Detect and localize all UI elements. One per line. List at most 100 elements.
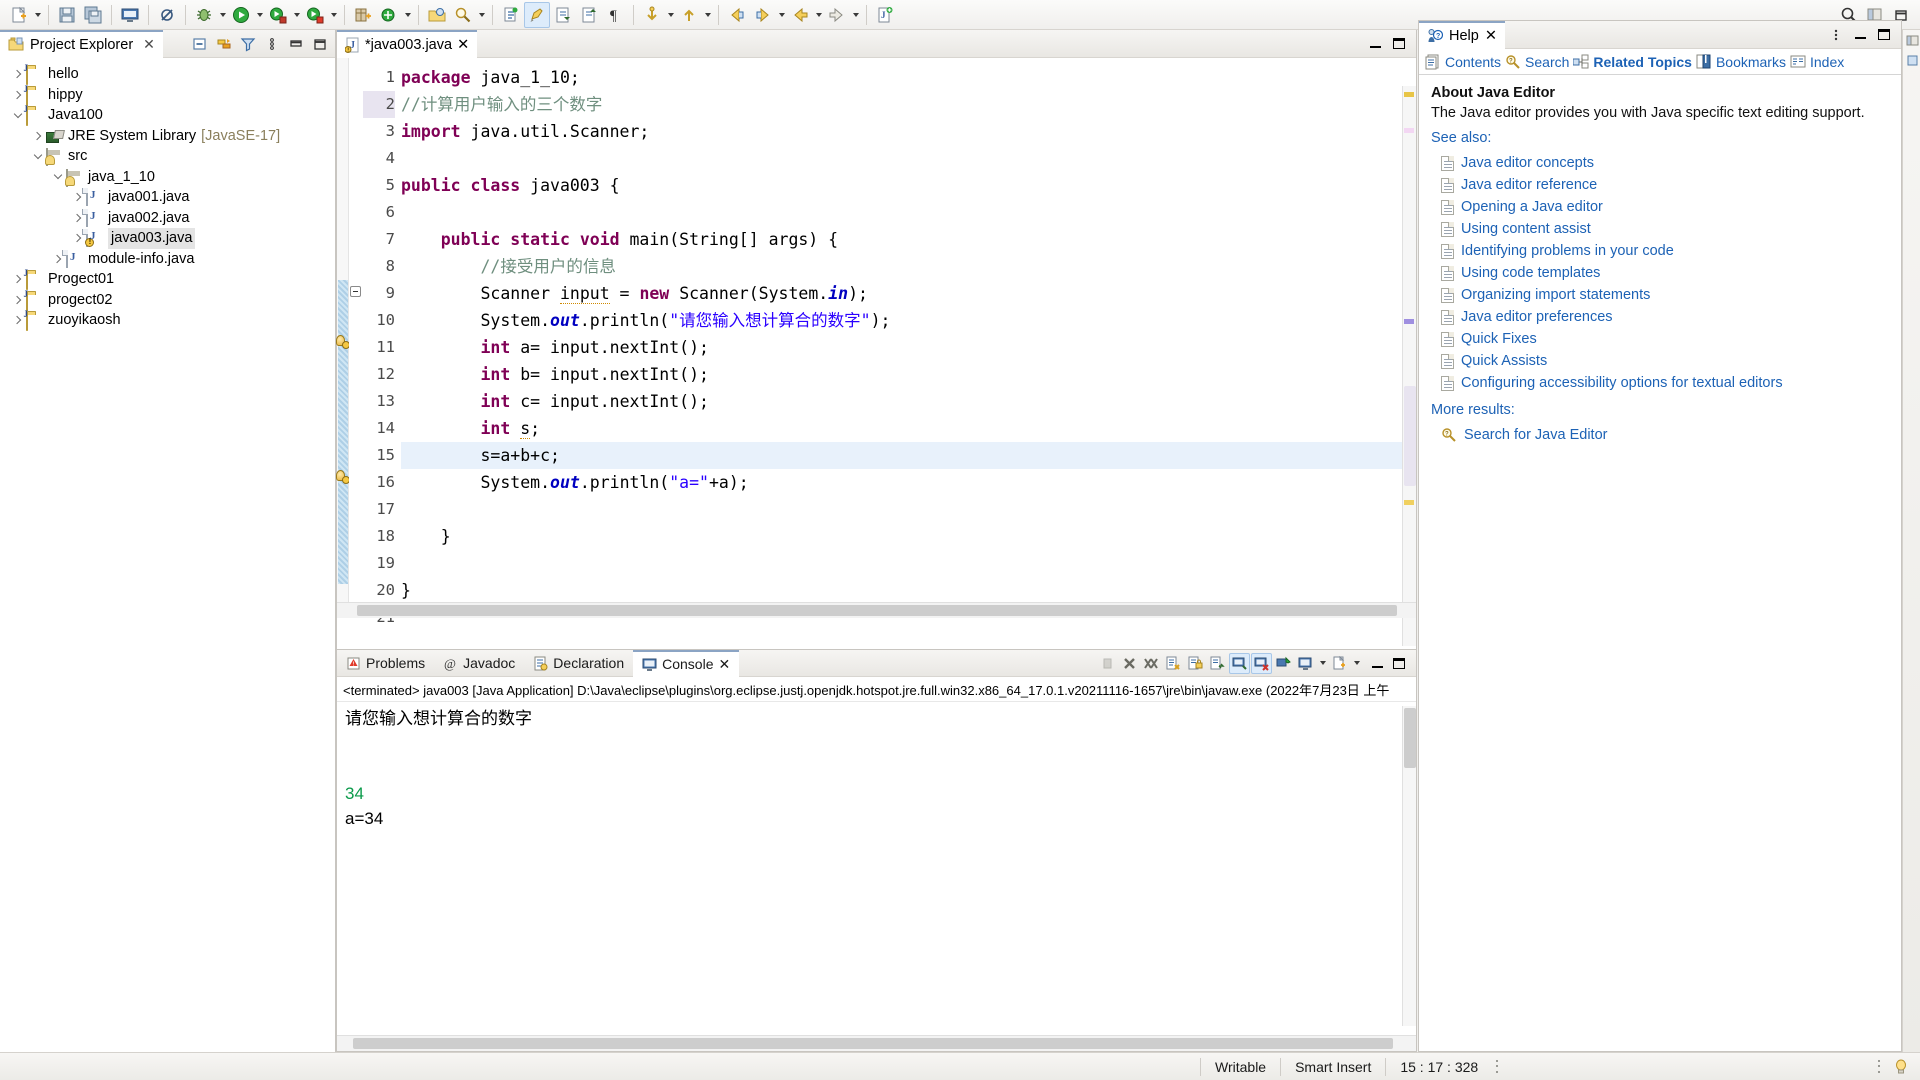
console-horizontal-scrollbar[interactable] <box>337 1035 1416 1051</box>
chevron-down-icon[interactable] <box>328 2 339 28</box>
toggle-mark-occurrences-button[interactable] <box>524 1 550 28</box>
next-annotation-button[interactable] <box>550 2 576 28</box>
help-nav-search[interactable]: ? Search <box>1505 54 1569 70</box>
help-topic-label[interactable]: Java editor reference <box>1461 177 1597 193</box>
source-code-text[interactable]: package java_1_10; //计算用户输入的三个数字 import ja… <box>401 58 1416 618</box>
help-nav-contents[interactable]: Contents <box>1425 54 1501 70</box>
previous-annotation-button[interactable] <box>576 2 602 28</box>
next-edit-button[interactable] <box>824 2 850 28</box>
help-topic-link[interactable]: Java editor concepts <box>1431 152 1889 174</box>
code-line[interactable] <box>401 496 1416 523</box>
maximize-icon[interactable] <box>1875 26 1893 44</box>
new-package-button[interactable] <box>376 2 402 28</box>
code-line[interactable]: } <box>401 523 1416 550</box>
code-line[interactable]: //计算用户输入的三个数字 <box>401 91 1416 118</box>
code-line[interactable] <box>401 550 1416 577</box>
help-topic-link[interactable]: Opening a Java editor <box>1431 196 1889 218</box>
close-icon[interactable]: ✕ <box>719 656 731 673</box>
chevron-down-icon[interactable] <box>291 2 302 28</box>
tree-item-hippy[interactable]: hippy <box>0 85 335 106</box>
help-topic-label[interactable]: Using content assist <box>1461 221 1591 237</box>
console-tab-declaration[interactable]: Declaration <box>524 650 633 677</box>
editor-horizontal-scrollbar[interactable] <box>337 602 1416 618</box>
remove-launch-button[interactable] <box>1119 653 1140 674</box>
code-line[interactable] <box>401 145 1416 172</box>
chevron-down-icon[interactable] <box>402 2 413 28</box>
help-view-menu-icon[interactable] <box>1827 26 1845 44</box>
coverage-button[interactable] <box>265 2 291 28</box>
help-topic-link[interactable]: Quick Fixes <box>1431 328 1889 350</box>
console-h-thumb[interactable] <box>353 1038 1393 1049</box>
fast-view-bar-icon[interactable] <box>1903 50 1920 70</box>
help-topic-label[interactable]: Opening a Java editor <box>1461 199 1603 215</box>
maximize-icon[interactable] <box>1390 35 1408 53</box>
tree-item-zuoyikaosh[interactable]: zuoyikaosh <box>0 310 335 332</box>
code-line[interactable]: Scanner input = new Scanner(System.in); <box>401 280 1416 307</box>
open-console-button[interactable] <box>1329 653 1350 674</box>
help-topic-link[interactable]: Using content assist <box>1431 218 1889 240</box>
quick-fix-warning-marker-line14[interactable] <box>336 470 350 484</box>
word-wrap-button[interactable] <box>1207 653 1228 674</box>
chevron-right-icon[interactable] <box>30 133 46 139</box>
help-search-link[interactable]: ? Search for Java Editor <box>1431 424 1889 446</box>
annotation-ruler[interactable] <box>336 58 350 618</box>
console-output[interactable]: 请您输入想计算合的数字 34 a=34 <box>337 702 1416 1032</box>
help-topic-link[interactable]: Configuring accessibility options for te… <box>1431 372 1889 394</box>
tree-item-java001-java[interactable]: java001.java <box>0 187 335 208</box>
scroll-lock-button[interactable] <box>1185 653 1206 674</box>
view-filter-icon[interactable] <box>237 33 259 55</box>
help-topic-label[interactable]: Quick Assists <box>1461 353 1547 369</box>
tree-item-progect02[interactable]: progect02 <box>0 290 335 311</box>
help-topic-label[interactable]: Java editor preferences <box>1461 309 1613 325</box>
fold-collapse-icon[interactable] <box>350 286 361 297</box>
folding-ruler[interactable] <box>349 58 363 618</box>
save-button[interactable] <box>54 2 80 28</box>
chevron-down-icon[interactable] <box>50 175 66 178</box>
chevron-right-icon[interactable] <box>50 256 66 262</box>
overview-occurrence-marker[interactable] <box>1404 128 1414 133</box>
code-line[interactable]: s=a+b+c; <box>401 442 1416 469</box>
save-all-button[interactable] <box>80 2 106 28</box>
console-tab-console[interactable]: Console ✕ <box>633 649 740 677</box>
console-tab-problems[interactable]: ! Problems <box>337 650 434 677</box>
chevron-down-icon[interactable] <box>1317 653 1328 674</box>
tab-java003-java[interactable]: J! *java003.java ✕ <box>337 29 478 58</box>
code-line[interactable]: //接受用户的信息 <box>401 253 1416 280</box>
pin-console-button[interactable] <box>1273 653 1294 674</box>
close-icon[interactable]: ✕ <box>457 37 469 53</box>
console-tab-javadoc[interactable]: @ Javadoc <box>434 650 524 677</box>
chevron-down-icon[interactable] <box>32 2 43 28</box>
show-console-on-output-button[interactable] <box>1229 652 1250 674</box>
help-topic-link[interactable]: Organizing import statements <box>1431 284 1889 306</box>
help-topic-label[interactable]: Using code templates <box>1461 265 1600 281</box>
new-java-project-button[interactable] <box>350 2 376 28</box>
help-topic-label[interactable]: Identifying problems in your code <box>1461 243 1674 259</box>
code-line[interactable] <box>401 199 1416 226</box>
back-button[interactable] <box>724 2 750 28</box>
search-button[interactable] <box>450 2 476 28</box>
tab-help[interactable]: ? Help ✕ <box>1419 20 1505 49</box>
link-with-editor-icon[interactable] <box>213 33 235 55</box>
code-line[interactable]: import java.util.Scanner; <box>401 118 1416 145</box>
close-icon[interactable]: ✕ <box>1485 28 1497 44</box>
chevron-down-icon[interactable] <box>254 2 265 28</box>
show-console-on-error-button[interactable] <box>1251 652 1272 674</box>
maximize-icon[interactable] <box>1390 654 1408 672</box>
remove-all-terminated-button[interactable] <box>1141 653 1162 674</box>
status-drag-handle[interactable] <box>1874 1059 1884 1075</box>
help-nav-index[interactable]: Index <box>1790 54 1844 70</box>
tree-item-jre-system-library[interactable]: JRE System Library [JavaSE-17] <box>0 126 335 147</box>
lightbulb-icon[interactable] <box>1892 1058 1910 1076</box>
chevron-down-icon[interactable] <box>1351 653 1362 674</box>
code-line[interactable]: int b= input.nextInt(); <box>401 361 1416 388</box>
view-menu-icon[interactable] <box>261 33 283 55</box>
chevron-right-icon[interactable] <box>70 235 86 241</box>
chevron-down-icon[interactable] <box>30 155 46 158</box>
h-scroll-thumb[interactable] <box>357 605 1397 616</box>
help-topic-link[interactable]: Using code templates <box>1431 262 1889 284</box>
chevron-down-icon[interactable] <box>850 2 861 28</box>
quick-fix-warning-marker-line9[interactable] <box>336 335 350 349</box>
new-wizard-button[interactable] <box>6 2 32 28</box>
chevron-down-icon[interactable] <box>813 2 824 28</box>
run-button[interactable] <box>228 2 254 28</box>
